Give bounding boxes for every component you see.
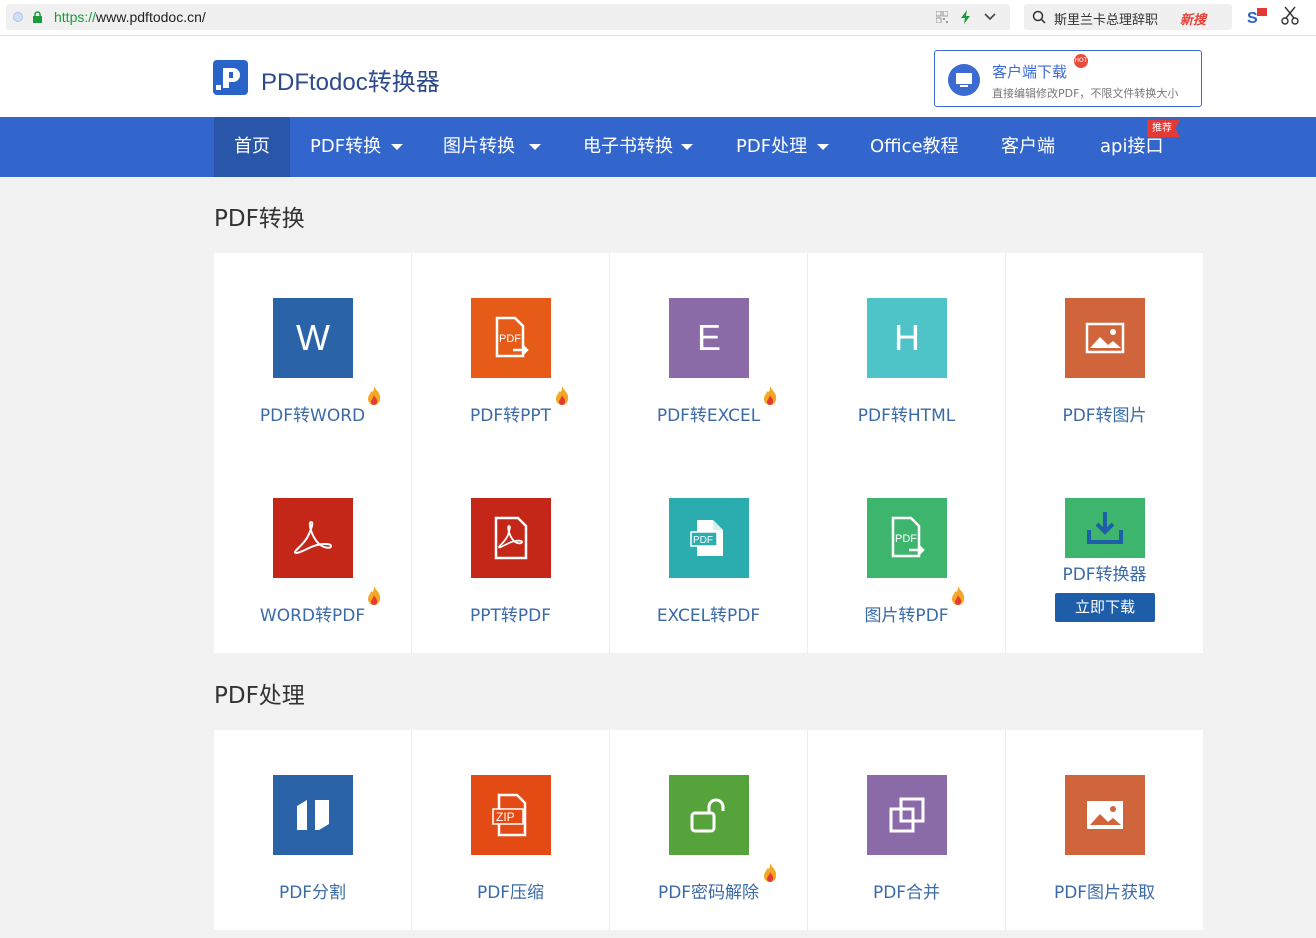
- pdf-ppt-icon: PDF: [471, 298, 551, 378]
- tool-pdf-to-ppt[interactable]: PDF PDF转PPT: [412, 253, 609, 453]
- chevron-down-icon[interactable]: [984, 13, 996, 21]
- converter-label: PDF转换器: [1062, 565, 1147, 585]
- excel-icon: E: [669, 298, 749, 378]
- nav-pdf-convert[interactable]: PDF转换: [310, 117, 404, 177]
- unlock-icon: [669, 775, 749, 855]
- fire-icon: [764, 386, 777, 405]
- tool-ppt-to-pdf[interactable]: PPT转PDF: [412, 453, 609, 653]
- html-icon: H: [867, 298, 947, 378]
- fire-icon: [556, 386, 569, 405]
- svg-text:PDF: PDF: [693, 535, 713, 546]
- acrobat-doc-icon: [471, 498, 551, 578]
- tool-label: PPT转PDF: [469, 606, 551, 626]
- tool-excel-to-pdf[interactable]: PDF EXCEL转PDF: [610, 453, 807, 653]
- svg-text:ZIP: ZIP: [496, 810, 515, 824]
- pdf-export-icon: PDF: [867, 498, 947, 578]
- tool-pdf-image-extract[interactable]: PDF图片获取: [1006, 730, 1203, 930]
- lightning-icon[interactable]: [960, 10, 972, 24]
- hot-badge: HOT: [1074, 54, 1088, 68]
- tool-label: PDF转PPT: [469, 406, 551, 426]
- tool-label: PDF分割: [278, 883, 347, 903]
- tool-pdf-to-image[interactable]: PDF转图片: [1006, 253, 1203, 453]
- tool-label: PDF合并: [872, 883, 941, 903]
- caret-down-icon: [391, 144, 404, 150]
- scissors-icon[interactable]: [1281, 6, 1299, 26]
- tool-word-to-pdf[interactable]: WORD转PDF: [214, 453, 411, 653]
- fire-icon: [368, 586, 381, 605]
- caret-down-icon: [817, 144, 830, 150]
- caret-down-icon: [681, 144, 693, 150]
- tool-pdf-to-word[interactable]: W PDF转WORD: [214, 253, 411, 453]
- svg-text:PDF: PDF: [895, 533, 917, 545]
- nav-home[interactable]: 首页: [214, 117, 290, 177]
- recommend-badge: 推荐: [1147, 120, 1180, 137]
- site-info-icon[interactable]: [13, 12, 23, 22]
- browser-toolbar: https://www.pdftodoc.cn/ 斯里兰卡总理辞职 新搜 S: [0, 0, 1316, 36]
- zip-icon: ZIP: [471, 775, 551, 855]
- client-download-title: 客户端下载: [992, 63, 1068, 81]
- hot-search-label[interactable]: 新搜: [1180, 9, 1206, 28]
- monitor-icon: [948, 64, 980, 96]
- tool-label: PDF图片获取: [1053, 883, 1156, 903]
- section-title-pdf-process: PDF处理: [214, 683, 305, 709]
- acrobat-icon: [273, 498, 353, 578]
- fire-icon: [368, 386, 381, 405]
- client-download-subtitle: 直接编辑修改PDF，不限文件转换大小: [992, 87, 1179, 100]
- tool-label: PDF转图片: [1062, 406, 1147, 426]
- tool-label: 图片转PDF: [864, 606, 949, 626]
- lock-icon: [33, 11, 42, 23]
- nav-ebook-convert[interactable]: 电子书转换: [583, 117, 693, 177]
- nav-pdf-process[interactable]: PDF处理: [736, 117, 830, 177]
- tool-label: PDF密码解除: [657, 883, 760, 903]
- tool-label: PDF转EXCEL: [656, 406, 761, 426]
- nav-client[interactable]: 客户端: [1001, 117, 1055, 177]
- tool-pdf-merge[interactable]: PDF合并: [808, 730, 1005, 930]
- nav-image-convert[interactable]: 图片转换: [443, 117, 541, 177]
- search-icon: [1032, 10, 1046, 24]
- section-title-pdf-convert: PDF转换: [214, 206, 305, 232]
- split-icon: [273, 775, 353, 855]
- fire-icon: [764, 863, 777, 882]
- tool-pdf-to-excel[interactable]: E PDF转EXCEL: [610, 253, 807, 453]
- tool-pdf-unlock[interactable]: PDF密码解除: [610, 730, 807, 930]
- logo-icon[interactable]: [213, 60, 248, 95]
- pdf-file-icon: PDF: [669, 498, 749, 578]
- tool-pdf-compress[interactable]: ZIP PDF压缩: [412, 730, 609, 930]
- word-icon: W: [273, 298, 353, 378]
- tool-image-to-pdf[interactable]: PDF 图片转PDF: [808, 453, 1005, 653]
- logo-text[interactable]: PDFtodoc转换器: [261, 62, 440, 97]
- tool-pdf-to-html[interactable]: H PDF转HTML: [808, 253, 1005, 453]
- client-download-banner[interactable]: 客户端下载 HOT 直接编辑修改PDF，不限文件转换大小: [934, 50, 1202, 107]
- download-icon: [1065, 498, 1145, 558]
- fire-icon: [952, 586, 965, 605]
- tool-label: EXCEL转PDF: [656, 606, 761, 626]
- svg-text:PDF: PDF: [499, 333, 521, 345]
- converter-download-card[interactable]: PDF转换器 立即下载: [1006, 453, 1203, 653]
- site-header: PDFtodoc转换器 客户端下载 HOT 直接编辑修改PDF，不限文件转换大小: [0, 36, 1316, 117]
- address-bar[interactable]: https://www.pdftodoc.cn/: [6, 4, 1010, 30]
- image-icon: [1065, 775, 1145, 855]
- pdf-convert-grid: W PDF转WORD PDF PDF转PPT E PDF转EXCEL H PDF…: [214, 253, 1203, 653]
- tool-label: PDF压缩: [476, 883, 545, 903]
- url-text: https://www.pdftodoc.cn/: [54, 9, 206, 25]
- tool-label: WORD转PDF: [259, 606, 366, 626]
- pdf-process-grid: PDF分割 ZIP PDF压缩 PDF密码解除 PDF合并 PDF图片获取: [214, 730, 1203, 930]
- caret-down-icon: [529, 144, 541, 150]
- tool-pdf-split[interactable]: PDF分割: [214, 730, 411, 930]
- tool-label: PDF转WORD: [259, 406, 366, 426]
- qr-code-icon[interactable]: [936, 11, 948, 23]
- svg-text:S: S: [1247, 10, 1258, 27]
- main-nav: 首页 PDF转换 图片转换 电子书转换 PDF处理 Office教程 客户端 a…: [0, 117, 1316, 177]
- download-now-button[interactable]: 立即下载: [1055, 593, 1155, 622]
- extension-icon[interactable]: S: [1247, 7, 1269, 27]
- merge-icon: [867, 775, 947, 855]
- search-query-text: 斯里兰卡总理辞职: [1054, 13, 1159, 28]
- nav-office-tutorial[interactable]: Office教程: [870, 117, 959, 177]
- browser-search-box[interactable]: 斯里兰卡总理辞职 新搜: [1024, 4, 1232, 30]
- image-icon: [1065, 298, 1145, 378]
- tool-label: PDF转HTML: [857, 406, 956, 426]
